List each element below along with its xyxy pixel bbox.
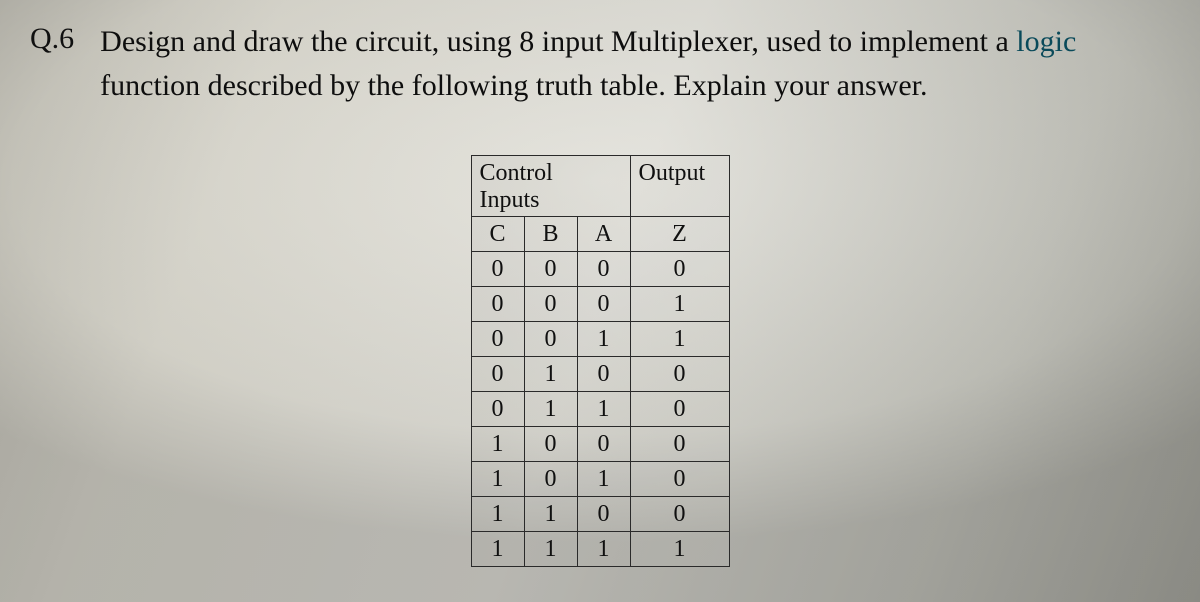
table-row: 1 0 0 0 (471, 427, 729, 462)
cell-A: 0 (577, 497, 630, 532)
cell-B: 0 (524, 287, 577, 322)
table-row: 0 0 0 1 (471, 287, 729, 322)
cell-C: 0 (471, 287, 524, 322)
question-label: Q.6 (30, 20, 74, 56)
header-inputs-text: Inputs (480, 187, 624, 214)
cell-C: 0 (471, 357, 524, 392)
cell-Z: 1 (630, 287, 729, 322)
question-text: Design and draw the circuit, using 8 inp… (100, 20, 1076, 107)
cell-Z: 1 (630, 532, 729, 567)
cell-B: 1 (524, 392, 577, 427)
cell-C: 1 (471, 427, 524, 462)
cell-Z: 0 (630, 252, 729, 287)
cell-A: 0 (577, 252, 630, 287)
cell-B: 0 (524, 427, 577, 462)
header-control-text: Control (480, 160, 624, 187)
cell-A: 1 (577, 322, 630, 357)
question-text-logic: logic (1016, 25, 1076, 58)
cell-Z: 0 (630, 392, 729, 427)
cell-A: 0 (577, 287, 630, 322)
cell-A: 0 (577, 357, 630, 392)
table-row: 1 0 1 0 (471, 462, 729, 497)
cell-B: 1 (524, 532, 577, 567)
cell-C: 1 (471, 532, 524, 567)
cell-Z: 0 (630, 462, 729, 497)
truth-table-wrap: Control Inputs Output C B A Z 0 0 0 0 0 … (30, 155, 1170, 567)
table-row: 0 1 1 0 (471, 392, 729, 427)
col-header-A: A (577, 217, 630, 252)
header-control-inputs: Control Inputs (471, 156, 630, 217)
cell-Z: 1 (630, 322, 729, 357)
cell-A: 1 (577, 462, 630, 497)
col-header-Z: Z (630, 217, 729, 252)
cell-Z: 0 (630, 497, 729, 532)
cell-C: 0 (471, 322, 524, 357)
cell-B: 1 (524, 357, 577, 392)
cell-A: 0 (577, 427, 630, 462)
table-row: 1 1 0 0 (471, 497, 729, 532)
cell-C: 0 (471, 392, 524, 427)
col-header-B: B (524, 217, 577, 252)
cell-A: 1 (577, 392, 630, 427)
cell-Z: 0 (630, 427, 729, 462)
col-header-C: C (471, 217, 524, 252)
header-output: Output (630, 156, 729, 217)
table-row: 1 1 1 1 (471, 532, 729, 567)
cell-C: 1 (471, 462, 524, 497)
table-header-row-2: C B A Z (471, 217, 729, 252)
question-row: Q.6 Design and draw the circuit, using 8… (30, 20, 1170, 107)
cell-C: 1 (471, 497, 524, 532)
cell-B: 0 (524, 252, 577, 287)
cell-B: 0 (524, 322, 577, 357)
table-row: 0 0 0 0 (471, 252, 729, 287)
cell-B: 0 (524, 462, 577, 497)
question-text-part2: function described by the following trut… (100, 69, 927, 102)
cell-Z: 0 (630, 357, 729, 392)
cell-B: 1 (524, 497, 577, 532)
question-text-part1: Design and draw the circuit, using 8 inp… (100, 25, 1016, 58)
table-row: 0 1 0 0 (471, 357, 729, 392)
table-header-row-1: Control Inputs Output (471, 156, 729, 217)
truth-table: Control Inputs Output C B A Z 0 0 0 0 0 … (471, 155, 730, 567)
cell-A: 1 (577, 532, 630, 567)
table-row: 0 0 1 1 (471, 322, 729, 357)
cell-C: 0 (471, 252, 524, 287)
